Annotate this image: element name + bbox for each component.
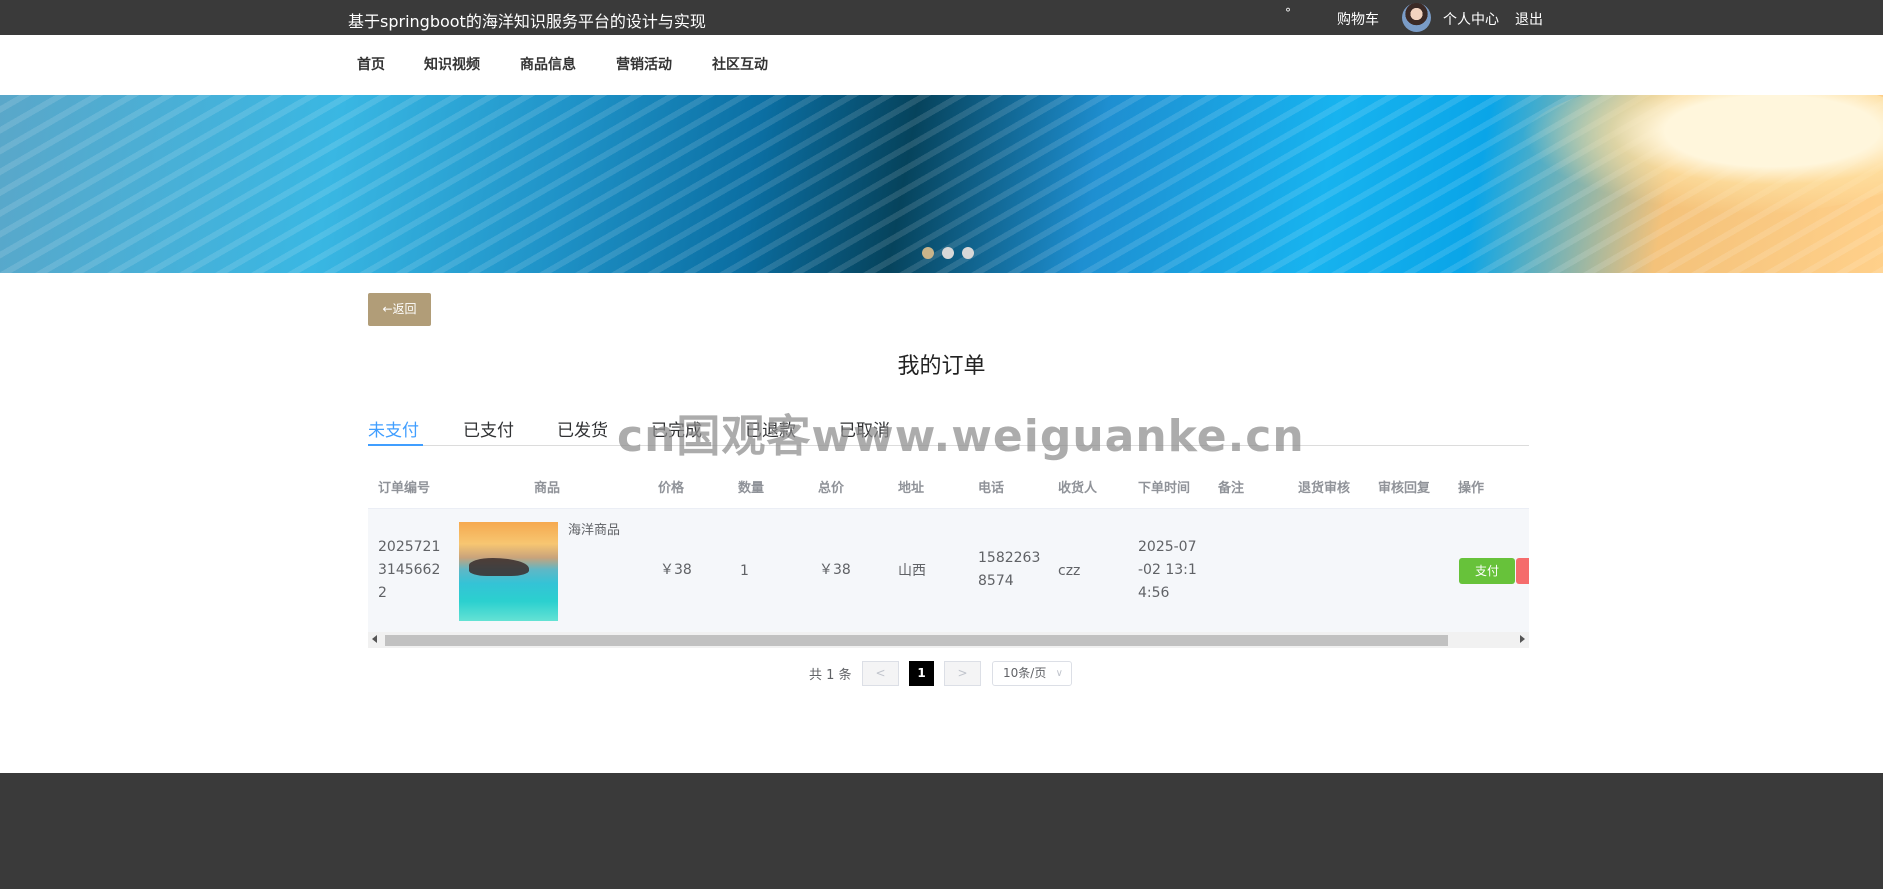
page-title: 我的订单	[897, 354, 986, 379]
column-header: 操作	[1458, 481, 1485, 496]
tab-paid[interactable]: 已支付	[463, 416, 514, 441]
column-header: 地址	[898, 481, 925, 496]
watermark: cn国观客www.weiguanke.cn	[617, 411, 1305, 462]
column-header: 退货审核	[1298, 481, 1351, 496]
user-center-link[interactable]: 个人中心	[1443, 9, 1499, 29]
column-header: 总价	[818, 481, 845, 496]
order-number-line: 2025721	[378, 539, 441, 555]
delete-button[interactable]	[1516, 558, 1529, 584]
page-size-value: 10条/页	[1003, 666, 1047, 680]
tab-unpaid[interactable]: 未支付	[368, 416, 419, 441]
column-header: 价格	[658, 481, 685, 496]
order-time-line: 4:56	[1138, 585, 1170, 601]
column-header: 电话	[978, 481, 1005, 496]
carousel-indicators	[922, 247, 974, 259]
phone-line: 8574	[978, 573, 1014, 589]
orders-table: 订单编号 商品 价格 数量 总价 地址 电话 收货人 下单时间 备注 退货审核 …	[368, 466, 1529, 651]
table-header: 订单编号 商品 价格 数量 总价 地址 电话 收货人 下单时间 备注 退货审核 …	[368, 466, 1529, 508]
column-header: 收货人	[1058, 481, 1098, 496]
prev-page-button[interactable]: <	[862, 661, 899, 686]
price-cell: ￥38	[660, 562, 692, 578]
order-time-cell: 2025-07 -02 13:1 4:56	[1138, 536, 1208, 605]
scroll-left-icon[interactable]	[372, 635, 377, 643]
logout-link[interactable]: 退出	[1515, 9, 1543, 29]
table-row: 2025721 3145662 2 海洋商品 ￥38 1 ￥38 山西 1582…	[368, 508, 1529, 632]
scrollbar-thumb[interactable]	[385, 635, 1448, 646]
cart-link[interactable]: 购物车	[1337, 9, 1379, 29]
total-cell: ￥38	[819, 562, 851, 578]
nav-item-community[interactable]: 社区互动	[712, 54, 768, 74]
carousel-dot-1[interactable]	[922, 247, 934, 259]
pagination-total: 共 1 条	[809, 668, 852, 683]
order-number-cell: 2025721 3145662 2	[378, 536, 448, 605]
nav-item-goods[interactable]: 商品信息	[520, 54, 576, 74]
goods-image	[459, 522, 558, 621]
goods-name: 海洋商品	[568, 523, 621, 538]
column-header: 商品	[534, 481, 561, 496]
quantity-cell: 1	[740, 563, 749, 579]
back-button[interactable]: ←返回	[368, 293, 431, 326]
order-number-line: 3145662	[378, 562, 441, 578]
tab-shipped[interactable]: 已发货	[557, 416, 608, 441]
phone-cell: 1582263 8574	[978, 547, 1048, 593]
footer	[0, 773, 1883, 889]
top-dot: °	[1285, 6, 1291, 20]
receiver-cell: czz	[1058, 563, 1081, 579]
scroll-right-icon[interactable]	[1520, 635, 1525, 643]
page-number-1[interactable]: 1	[909, 661, 934, 686]
nav-item-knowledge-video[interactable]: 知识视频	[424, 54, 480, 74]
chevron-down-icon: ∨	[1055, 668, 1063, 679]
phone-line: 1582263	[978, 550, 1041, 566]
carousel-dot-3[interactable]	[962, 247, 974, 259]
top-bar: 基于springboot的海洋知识服务平台的设计与实现 ° 购物车 个人中心 退…	[0, 0, 1883, 35]
order-number-line: 2	[378, 585, 387, 601]
avatar[interactable]	[1402, 3, 1431, 32]
nav-item-marketing[interactable]: 营销活动	[616, 54, 672, 74]
column-header: 下单时间	[1138, 481, 1191, 496]
pay-button[interactable]: 支付	[1459, 558, 1515, 584]
address-cell: 山西	[898, 563, 926, 579]
site-title: 基于springboot的海洋知识服务平台的设计与实现	[348, 12, 706, 31]
main-nav: 首页 知识视频 商品信息 营销活动 社区互动	[0, 35, 1883, 95]
order-time-line: -02 13:1	[1138, 562, 1197, 578]
column-header: 数量	[738, 481, 765, 496]
next-page-button[interactable]: >	[944, 661, 981, 686]
carousel-dot-2[interactable]	[942, 247, 954, 259]
column-header: 审核回复	[1378, 481, 1431, 496]
column-header: 备注	[1218, 481, 1245, 496]
order-time-line: 2025-07	[1138, 539, 1197, 555]
column-header: 订单编号	[378, 481, 431, 496]
active-tab-indicator	[368, 444, 423, 446]
nav-item-home[interactable]: 首页	[357, 54, 385, 74]
horizontal-scrollbar[interactable]	[368, 632, 1529, 648]
page-size-select[interactable]: 10条/页 ∨	[992, 661, 1072, 686]
